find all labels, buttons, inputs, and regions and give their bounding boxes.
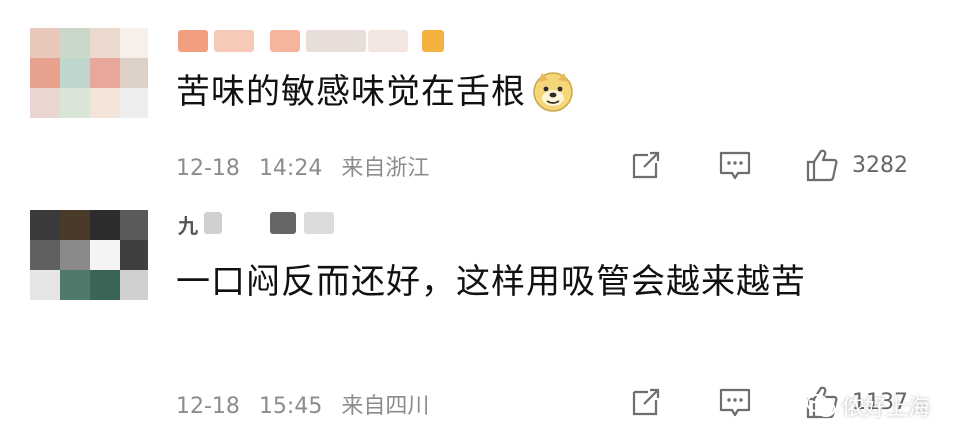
comment-item: 九 一口闷反而还好，这样用吸管会越来越苦 12-18 15:45 来自四川 11… [0,198,960,440]
like-button[interactable]: 3282 [804,145,908,185]
comment-body: 苦味的敏感味觉在舌根 [176,72,526,112]
share-button[interactable] [630,145,662,185]
comment-meta: 12-18 15:45 来自四川 [176,388,441,420]
comment-date: 12-18 [176,156,240,181]
avatar-pixel [30,28,60,58]
avatar-pixel [120,210,148,240]
avatar-pixel [30,270,60,300]
comment-text: 苦味的敏感味觉在舌根 [176,66,900,118]
avatar-pixel [60,28,90,58]
comment-location: 来自四川 [341,394,430,419]
avatar-pixel [120,88,148,118]
avatar-pixel [90,270,120,300]
avatar-pixel [120,28,148,58]
comment-actions: 3282 [630,145,960,185]
username-initial: 九 [178,214,198,238]
avatar[interactable] [30,210,148,300]
avatar-pixel [30,58,60,88]
share-icon [632,151,660,179]
username-blur [270,212,296,234]
comment-time: 14:24 [258,156,323,181]
share-button[interactable] [630,382,662,422]
watermark-text: 侬好上海 [841,396,930,421]
like-count: 3282 [852,152,908,178]
avatar-pixel [90,58,120,88]
username-blur [270,30,300,52]
comment-meta: 12-18 14:24 来自浙江 [176,150,441,182]
username-blur [304,212,334,234]
avatar-pixel [120,270,148,300]
avatar-pixel [60,210,90,240]
wechat-icon [805,394,836,417]
comment-item: 苦味的敏感味觉在舌根 12-18 14:24 来自浙江 3282 [0,0,960,198]
comment-date: 12-18 [176,394,240,419]
avatar-pixel [30,210,60,240]
reply-icon [719,151,751,180]
reply-button[interactable] [718,382,752,422]
comment-time: 15:45 [258,394,323,419]
avatar-pixel [30,240,60,270]
avatar-pixel [60,88,90,118]
username-blur [204,212,222,234]
avatar-pixel [60,58,90,88]
thumbs-up-icon [806,149,838,182]
watermark: 侬好上海 [805,390,930,422]
avatar-pixel [60,240,90,270]
avatar[interactable] [30,28,148,118]
avatar-pixel [120,240,148,270]
username-blur [214,30,254,52]
avatar-pixel [120,58,148,88]
username-badge [422,30,444,52]
avatar-pixel [30,88,60,118]
doge-emoji-icon [532,70,574,112]
username-blur [306,30,366,52]
avatar-pixel [90,28,120,58]
username-blur [368,30,408,52]
comment-body: 一口闷反而还好，这样用吸管会越来越苦 [176,262,806,302]
reply-icon [719,388,751,417]
avatar-pixel [90,210,120,240]
avatar-pixel [90,88,120,118]
comment-text: 一口闷反而还好，这样用吸管会越来越苦 [176,256,900,308]
avatar-pixel [90,240,120,270]
username-blur [178,30,208,52]
reply-button[interactable] [718,145,752,185]
avatar-pixel [60,270,90,300]
comment-location: 来自浙江 [341,156,430,181]
share-icon [632,388,660,416]
